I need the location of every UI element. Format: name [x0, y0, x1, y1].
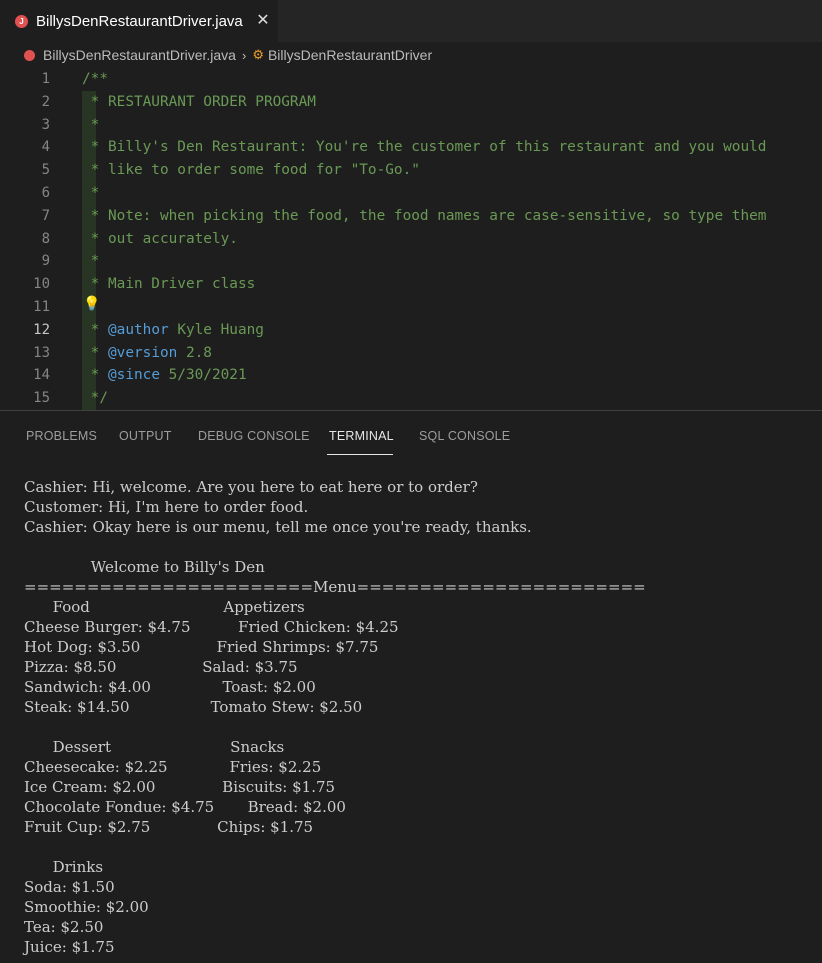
code-text: *	[82, 184, 100, 201]
terminal-line: Fruit Cup: $2.75 Chips: $1.75	[24, 818, 314, 836]
code-line[interactable]	[82, 295, 822, 319]
code-line[interactable]: * RESTAURANT ORDER PROGRAM	[82, 90, 822, 114]
line-number: 8	[41, 230, 50, 247]
chevron-right-icon: ›	[241, 47, 247, 63]
editor-tab-bar: J BillysDenRestaurantDriver.java ✕	[0, 0, 822, 42]
code-text: * Note: when picking the food, the food …	[82, 207, 767, 224]
terminal-output[interactable]: Cashier: Hi, welcome. Are you here to ea…	[24, 477, 822, 957]
line-number: 6	[41, 184, 50, 201]
code-text: * Billy's Den Restaurant: You're the cus…	[82, 139, 767, 156]
line-number: 12	[33, 321, 50, 338]
terminal-line: Sandwich: $4.00 Toast: $2.00	[24, 678, 316, 696]
javadoc-tag: @author	[108, 321, 169, 338]
line-number: 14	[33, 367, 50, 384]
code-text: * out accurately.	[82, 230, 238, 247]
code-text: * @since 5/30/2021	[82, 367, 247, 384]
code-line[interactable]: *	[82, 113, 822, 137]
active-tab-indicator	[327, 454, 393, 455]
terminal-line: Food Appetizers	[24, 598, 305, 616]
terminal-line: Soda: $1.50	[24, 878, 115, 896]
terminal-line: Customer: Hi, I'm here to order food.	[24, 498, 309, 516]
code-text: /**	[82, 71, 108, 87]
terminal-line: Pizza: $8.50 Salad: $3.75	[24, 658, 298, 676]
code-line[interactable]: *	[82, 181, 822, 205]
line-number: 13	[33, 344, 50, 361]
tab-sql-console[interactable]: SQL CONSOLE	[419, 429, 510, 443]
breadcrumb-file[interactable]: BillysDenRestaurantDriver.java	[43, 47, 236, 63]
terminal-line: Smoothie: $2.00	[24, 898, 149, 916]
breadcrumb-symbol[interactable]: BillysDenRestaurantDriver	[268, 47, 432, 63]
code-text: * Main Driver class	[82, 276, 256, 293]
editor-tab[interactable]: J BillysDenRestaurantDriver.java ✕	[0, 0, 278, 42]
line-number: 2	[41, 93, 50, 110]
terminal-line: Chocolate Fondue: $4.75 Bread: $2.00	[24, 798, 346, 816]
line-number: 11	[33, 298, 50, 315]
line-number-gutter: 1 2 3 4 5 6 7 8 9 10 11 12 13 14 15	[0, 68, 60, 410]
bottom-panel: PROBLEMS OUTPUT DEBUG CONSOLE TERMINAL S…	[0, 410, 822, 963]
panel-tabs: PROBLEMS OUTPUT DEBUG CONSOLE TERMINAL S…	[0, 411, 822, 457]
code-editor[interactable]: 1 2 3 4 5 6 7 8 9 10 11 12 13 14 15 /** * RESTAURANT O…	[0, 68, 822, 410]
line-number: 4	[41, 139, 50, 156]
code-text: * like to order some food for "To-Go."	[82, 162, 420, 179]
tab-problems[interactable]: PROBLEMS	[26, 429, 97, 443]
code-text: * @author Kyle Huang	[82, 321, 264, 338]
java-file-icon: J	[15, 14, 28, 28]
line-number: 15	[33, 390, 50, 407]
code-line[interactable]: * like to order some food for "To-Go."	[82, 159, 822, 182]
terminal-line: Tea: $2.50	[24, 918, 104, 936]
code-text: *	[82, 116, 100, 133]
code-text: * RESTAURANT ORDER PROGRAM	[82, 93, 316, 110]
code-text: */	[82, 390, 108, 407]
terminal-line: Cheesecake: $2.25 Fries: $2.25	[24, 758, 322, 776]
terminal-line: Drinks	[24, 858, 104, 876]
tab-output[interactable]: OUTPUT	[119, 429, 172, 443]
terminal-line: Cashier: Okay here is our menu, tell me …	[24, 518, 532, 536]
terminal-line: Steak: $14.50 Tomato Stew: $2.50	[24, 698, 363, 716]
code-line[interactable]: * @since 5/30/2021	[82, 364, 822, 388]
tab-debug-console[interactable]: DEBUG CONSOLE	[198, 429, 310, 443]
terminal-line: Ice Cream: $2.00 Biscuits: $1.75	[24, 778, 336, 796]
class-symbol-icon: ⚙	[252, 47, 264, 62]
code-line[interactable]: *	[82, 250, 822, 274]
java-error-icon	[24, 49, 35, 61]
code-line[interactable]: * @author Kyle Huang	[82, 318, 822, 342]
line-number: 7	[41, 207, 50, 224]
code-line[interactable]: * Billy's Den Restaurant: You're the cus…	[82, 136, 822, 160]
tab-terminal[interactable]: TERMINAL	[329, 429, 394, 443]
code-area[interactable]: /** * RESTAURANT ORDER PROGRAM * * Billy…	[82, 68, 822, 410]
code-line[interactable]: * out accurately.	[82, 227, 822, 251]
javadoc-tag: @since	[108, 367, 160, 384]
terminal-line: Cashier: Hi, welcome. Are you here to ea…	[24, 478, 478, 496]
line-number: 1	[41, 71, 50, 87]
line-number: 10	[33, 276, 50, 293]
terminal-line: Hot Dog: $3.50 Fried Shrimps: $7.75	[24, 638, 379, 656]
code-text: *	[82, 253, 100, 270]
line-number: 9	[41, 253, 50, 270]
terminal-line: Cheese Burger: $4.75 Fried Chicken: $4.2…	[24, 618, 399, 636]
terminal-line: =======================Menu=============…	[24, 578, 646, 596]
code-line[interactable]: /**	[82, 68, 822, 91]
terminal-line: Juice: $1.75	[24, 938, 115, 956]
code-line[interactable]: * @version 2.8	[82, 341, 822, 365]
terminal-line: Dessert Snacks	[24, 738, 285, 756]
lightbulb-icon[interactable]: 💡	[83, 296, 100, 318]
line-number: 5	[41, 162, 50, 179]
close-icon[interactable]: ✕	[255, 11, 271, 29]
terminal-line: Welcome to Billy's Den	[24, 558, 265, 576]
code-line[interactable]: */	[82, 387, 822, 410]
code-line[interactable]: * Note: when picking the food, the food …	[82, 204, 822, 228]
javadoc-tag: @version	[108, 344, 178, 361]
code-line[interactable]: * Main Driver class	[82, 273, 822, 296]
code-text: * @version 2.8	[82, 344, 212, 361]
line-number: 3	[41, 116, 50, 133]
tab-label: BillysDenRestaurantDriver.java	[36, 12, 243, 30]
breadcrumb: BillysDenRestaurantDriver.java › ⚙ Billy…	[0, 42, 822, 68]
